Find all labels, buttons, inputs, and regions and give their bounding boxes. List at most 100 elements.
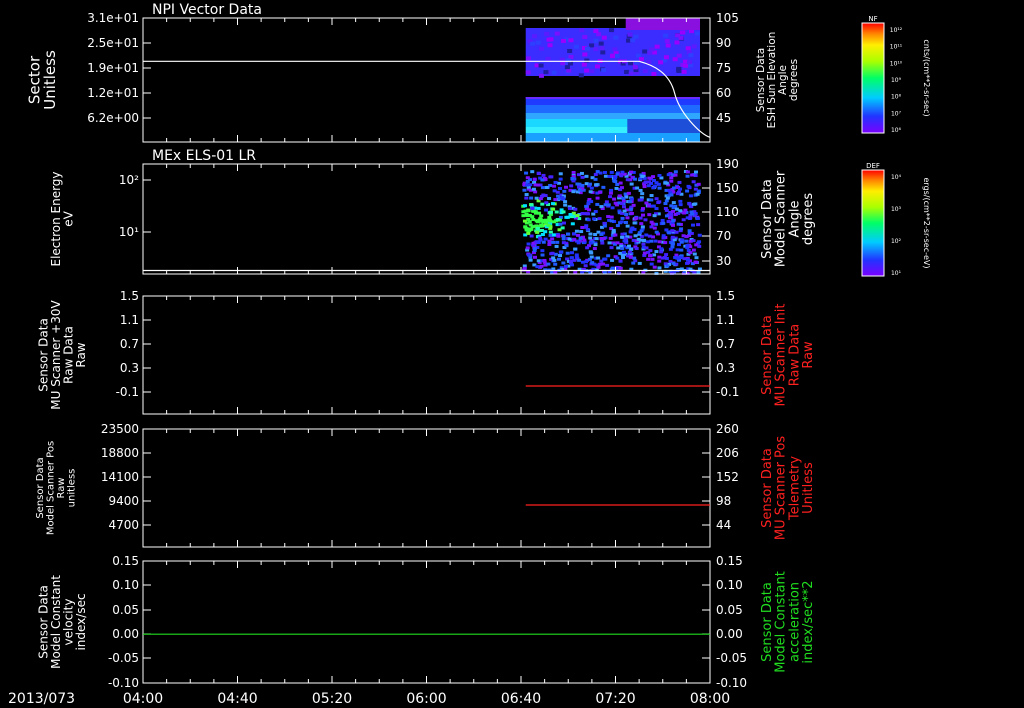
colorbar-tick-label: 10¹⁰ (890, 60, 903, 67)
spectrogram-cell (595, 196, 600, 200)
right-axis-label: Sensor DataModel Constantaccelerationind… (760, 571, 816, 673)
spectrogram-cell (660, 218, 665, 222)
spectrogram-cell (603, 174, 608, 178)
spectrogram-cell (525, 180, 530, 184)
spectrogram-cell (535, 40, 541, 45)
spectrogram-cell (596, 256, 601, 260)
right-tick-label: 98 (716, 494, 731, 508)
spectrogram-cell (669, 179, 674, 183)
spectrogram-cell (593, 177, 598, 181)
spectrogram-cell (584, 204, 589, 208)
spectrogram-cell (652, 214, 657, 218)
spectrogram-cell (667, 188, 672, 192)
spectrogram-cell (554, 210, 559, 214)
spectrogram-cell (536, 259, 541, 263)
spectrogram-cell (641, 242, 646, 246)
spectrogram-cell (550, 251, 555, 255)
spectrogram-cell (609, 28, 615, 33)
spectrogram-cell (687, 60, 693, 65)
spectrogram-cell (627, 250, 632, 254)
spectrogram-cell (582, 238, 587, 242)
spectrogram-cell (666, 173, 671, 177)
spectrogram-cell (571, 190, 576, 194)
spectrogram-cell (621, 256, 626, 260)
spectrogram-cell (646, 184, 651, 188)
spectrogram-cell (551, 240, 556, 244)
spectrogram-cell (578, 236, 583, 240)
spectrogram-cell (592, 247, 597, 251)
spectrogram-cell (679, 30, 685, 35)
left-tick-label: 0.10 (112, 578, 139, 592)
spectrogram-cell (613, 176, 618, 180)
spectrogram-cell (654, 197, 659, 201)
spectrogram-cell (525, 176, 530, 180)
spectrogram-cell (522, 188, 527, 192)
spectrogram-cell (579, 230, 584, 234)
spectrogram-cell (570, 222, 575, 226)
spectrogram-cell (679, 240, 684, 244)
spectrogram-cell (688, 194, 693, 198)
spectrogram-cell (627, 32, 633, 37)
spectrogram-cell (533, 255, 538, 259)
spectrogram-cell (602, 170, 607, 174)
spectrogram-cell (632, 177, 637, 181)
spectrogram-cell (647, 50, 653, 55)
spectrogram-cell (623, 220, 628, 224)
left-tick-label: -0.10 (108, 676, 139, 690)
spectrogram-cell (685, 258, 690, 262)
spectrogram-cell (596, 265, 601, 269)
spectrogram-cell (628, 255, 633, 259)
spectrogram-cell (618, 181, 623, 185)
spectrogram-cell (690, 173, 695, 177)
spectrogram-cell (611, 228, 616, 232)
spectrogram-cell (553, 270, 558, 274)
spectrogram-cell (548, 230, 553, 234)
spectrogram-cell (649, 198, 654, 202)
spectrogram-cell (532, 34, 538, 39)
spectrogram-cell (586, 218, 591, 222)
spectrogram-cell (558, 250, 563, 254)
spectrogram-cell (654, 44, 660, 49)
spectrogram-cell (573, 247, 578, 251)
spectrogram-cell (599, 46, 605, 51)
spectrogram-cell (609, 246, 614, 250)
right-tick-label: 105 (716, 11, 739, 25)
spectrogram-cell (543, 230, 548, 234)
spectrogram-cell (627, 200, 632, 204)
spectrogram-cell (527, 227, 532, 231)
spectrogram-cell (593, 28, 599, 33)
spectrogram-cell (526, 242, 531, 246)
spectrogram-cell (656, 201, 661, 205)
spectrogram-cell (664, 199, 669, 203)
spectrogram-cell (684, 239, 689, 243)
spectrogram-cell (545, 56, 551, 61)
right-tick-label: 260 (716, 422, 739, 436)
spectrogram-cell (657, 240, 662, 244)
spectrogram-cell (643, 181, 648, 185)
left-tick-label: -0.1 (116, 385, 139, 399)
right-tick-label: 90 (716, 36, 731, 50)
spectrogram-cell (669, 193, 674, 197)
spectrogram-cell (540, 249, 545, 253)
spectrogram-cell (543, 70, 549, 75)
spectrogram-cell (627, 119, 700, 133)
colorbar-gradient (861, 169, 885, 277)
right-tick-label: 44 (716, 518, 731, 532)
left-tick-label: 3.1e+01 (87, 11, 139, 25)
spectrogram-cell (578, 73, 584, 78)
colorbar-tick-label: 10⁶ (891, 127, 902, 134)
spectrogram-cell (566, 68, 572, 73)
spectrogram-cell (539, 214, 544, 218)
spectrogram-cell (625, 178, 630, 182)
spectrogram-cell (668, 213, 673, 217)
right-tick-label: -0.1 (716, 385, 739, 399)
spectrogram-cell (598, 190, 603, 194)
spectrogram-cell (629, 211, 634, 215)
spectrogram-cell (649, 262, 654, 266)
spectrogram-cell (620, 216, 625, 220)
left-tick-label: 1.2e+01 (87, 86, 139, 100)
spectrogram-cell (613, 35, 619, 40)
spectrogram-cell (696, 223, 701, 227)
spectrogram-cell (523, 225, 528, 229)
spectrogram-cell (594, 237, 599, 241)
